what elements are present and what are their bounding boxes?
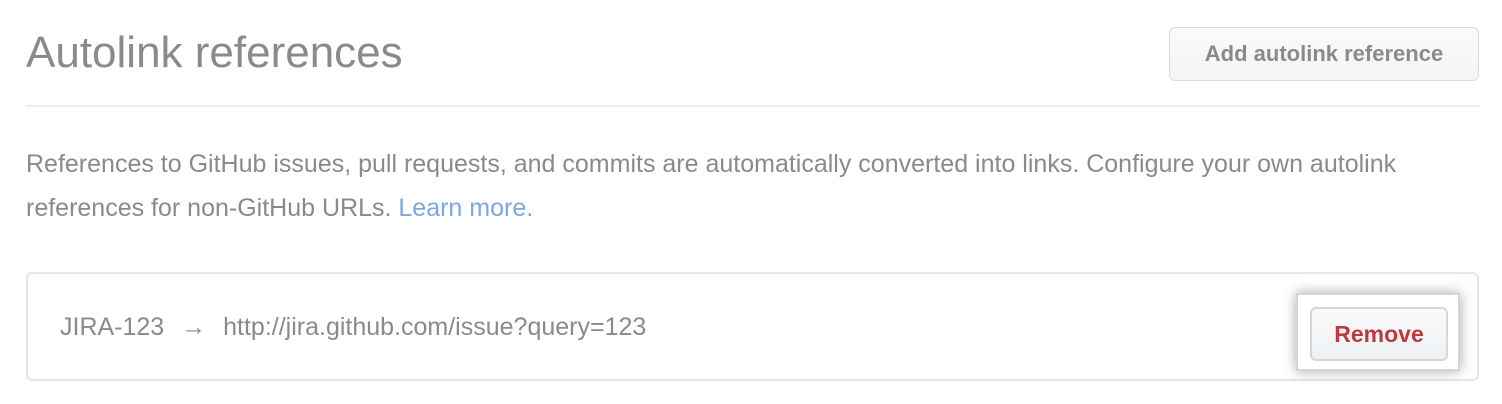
- page-title: Autolink references: [26, 28, 403, 77]
- divider: [26, 105, 1480, 107]
- description: References to GitHub issues, pull reques…: [26, 142, 1466, 230]
- autolink-item: JIRA-123 → http://jira.github.com/issue?…: [26, 272, 1479, 381]
- add-autolink-reference-button[interactable]: Add autolink reference: [1169, 27, 1479, 81]
- learn-more-link[interactable]: Learn more.: [398, 194, 533, 222]
- remove-button-highlight: Remove: [1296, 293, 1460, 371]
- autolink-reference: JIRA-123 → http://jira.github.com/issue?…: [60, 313, 646, 342]
- arrow-right-icon: →: [181, 313, 207, 341]
- autolink-url: http://jira.github.com/issue?query=123: [223, 313, 647, 341]
- autolink-prefix: JIRA-123: [60, 313, 165, 341]
- remove-button[interactable]: Remove: [1310, 307, 1448, 361]
- description-text: References to GitHub issues, pull reques…: [26, 150, 1397, 222]
